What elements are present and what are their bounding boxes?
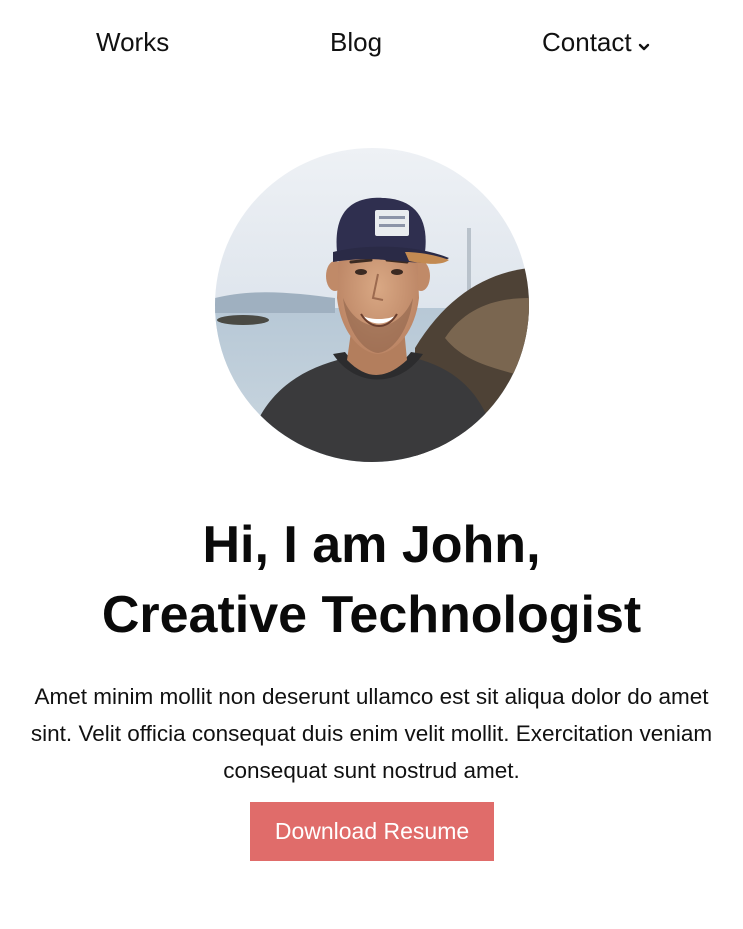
hero-title-line-1: Hi, I am John,: [202, 516, 541, 574]
hero-title: Hi, I am John, Creative Technologist: [0, 510, 743, 650]
avatar: [215, 148, 529, 462]
nav-link-contact-label: Contact: [542, 27, 632, 57]
nav-link-contact[interactable]: Contact: [542, 22, 650, 62]
chevron-down-icon: [638, 22, 650, 62]
nav-link-works[interactable]: Works: [96, 22, 169, 62]
main-nav: Works Blog Contact: [0, 22, 743, 62]
download-resume-button[interactable]: Download Resume: [250, 802, 494, 861]
nav-link-blog[interactable]: Blog: [330, 22, 382, 62]
profile-photo: [215, 148, 529, 462]
hero-description: Amet minim mollit non deserunt ullamco e…: [30, 684, 713, 783]
hero-title-line-2: Creative Technologist: [101, 586, 642, 644]
